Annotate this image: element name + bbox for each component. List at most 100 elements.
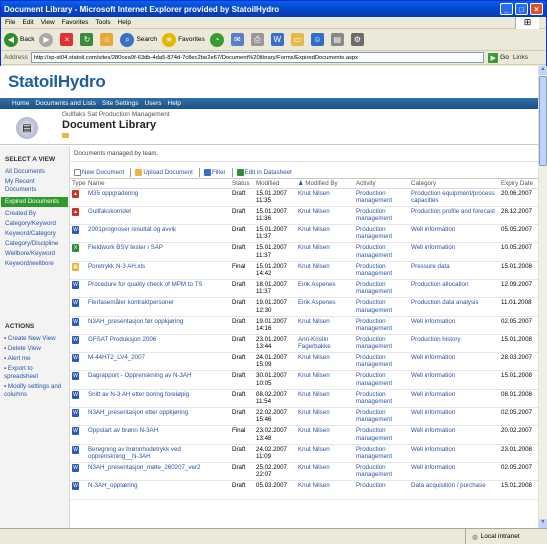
table-row[interactable]: ▦ Poretrykk N-3 AH.xls Final 15.01.2007 14:…: [70, 261, 538, 280]
menu-tools[interactable]: Tools: [95, 19, 110, 26]
cell-name[interactable]: Oppstart av brønn N-3AH: [86, 426, 230, 444]
menu-view[interactable]: View: [41, 19, 55, 26]
cell-type[interactable]: ▲: [70, 206, 86, 224]
cell-name[interactable]: Fieldwork BSV tester i SAP: [86, 243, 230, 261]
action-modify-settings[interactable]: ▪ Modify settings and columns: [0, 382, 69, 400]
cell-modified-by[interactable]: Knut Nilsen: [296, 444, 354, 462]
cell-modified-by[interactable]: Knut Nilsen: [296, 426, 354, 444]
new-document-button[interactable]: New Document: [74, 168, 124, 176]
mail-button[interactable]: ✉: [230, 33, 246, 46]
cell-type[interactable]: W: [70, 389, 86, 407]
back-button[interactable]: ◀ Back: [4, 32, 34, 47]
edit-button[interactable]: W: [270, 33, 286, 46]
cell-type[interactable]: W: [70, 298, 86, 316]
cell-modified-by[interactable]: Knut Nilsen: [296, 188, 354, 206]
cell-modified-by[interactable]: Knut Nilsen: [296, 206, 354, 224]
folder-button[interactable]: ▭: [290, 33, 306, 46]
cell-modified-by[interactable]: Knut Nilsen: [296, 243, 354, 261]
action-alert-me[interactable]: ▪ Alert me: [0, 354, 69, 364]
cell-modified-by[interactable]: Knut Nilsen: [296, 316, 354, 334]
view-category-keyword[interactable]: Category/Keyword: [0, 219, 69, 229]
cell-name[interactable]: N3AH_presentasjon før oppkjøring: [86, 316, 230, 334]
cell-name[interactable]: Dagrapport - Opprenskning av N-3AH: [86, 371, 230, 389]
menu-file[interactable]: File: [5, 19, 15, 26]
nav-documents-and-lists[interactable]: Documents and Lists: [35, 100, 96, 107]
action-export-to-spreadsheet[interactable]: ▪ Export to spreadsheet: [0, 364, 69, 382]
cell-name[interactable]: N-3AH_opplæring: [86, 481, 230, 499]
menu-help[interactable]: Help: [118, 19, 131, 26]
table-row[interactable]: X Fieldwork BSV tester i SAP Draft 15.01.20…: [70, 243, 538, 262]
favorites-button[interactable]: ★ Favorites: [162, 32, 205, 47]
cell-type[interactable]: W: [70, 334, 86, 352]
cell-modified-by[interactable]: Eirik Aspenes: [296, 298, 354, 316]
menu-edit[interactable]: Edit: [22, 19, 33, 26]
table-row[interactable]: ▲ Gullfakskorridet Draft 15.01.2007 11:36 Kn…: [70, 206, 538, 225]
cell-name[interactable]: Poretrykk N-3 AH.xls: [86, 261, 230, 279]
cell-name[interactable]: Procedure for quality check of MPM to TS: [86, 279, 230, 297]
messenger-button[interactable]: ☺: [310, 33, 326, 46]
upload-document-button[interactable]: Upload Document: [135, 168, 193, 176]
nav-help[interactable]: Help: [168, 100, 181, 107]
col-expiry-date[interactable]: Expiry Date: [499, 179, 538, 189]
cell-modified-by[interactable]: Knut Nilsen: [296, 462, 354, 480]
cell-modified-by[interactable]: Ann-Kristin Fagerbakke: [296, 334, 354, 352]
view-keyword-wellbore[interactable]: Keyword/wellbore: [0, 259, 69, 269]
home-button[interactable]: ⌂: [100, 33, 115, 46]
cell-type[interactable]: ▲: [70, 188, 86, 206]
cell-name[interactable]: Flerfasemåler kontraktpersoner: [86, 298, 230, 316]
col-category[interactable]: Category: [409, 179, 499, 189]
scroll-up-arrow-icon[interactable]: ▲: [539, 66, 547, 75]
cell-modified-by[interactable]: Knut Nilsen: [296, 225, 354, 243]
site-subtitle[interactable]: Gullfaks Sat Production Management: [62, 111, 170, 118]
scroll-down-arrow-icon[interactable]: ▼: [539, 519, 547, 528]
table-row[interactable]: W Procedure for quality check of MPM to T…: [70, 279, 538, 298]
cell-modified-by[interactable]: Knut Nilsen: [296, 261, 354, 279]
cell-name[interactable]: Gullfakskorridet: [86, 206, 230, 224]
table-row[interactable]: W N3AH_presentasjon før oppkjøring Draft 19…: [70, 316, 538, 335]
cell-type[interactable]: W: [70, 316, 86, 334]
cell-name[interactable]: Snitt av N-3 AH etter boring foreløpig: [86, 389, 230, 407]
col-name[interactable]: Name: [86, 179, 230, 189]
search-button[interactable]: ⌕ Search: [120, 32, 157, 47]
view-expired-documents[interactable]: Expired Documents: [1, 197, 68, 207]
view-all-documents[interactable]: All Documents: [0, 167, 69, 177]
cell-type[interactable]: W: [70, 371, 86, 389]
cell-type[interactable]: W: [70, 481, 86, 499]
scrollbar-thumb[interactable]: [539, 76, 547, 166]
cell-name[interactable]: M-44HT2_LV4_2007: [86, 353, 230, 371]
col-activity[interactable]: Activity: [354, 179, 409, 189]
cell-type[interactable]: W: [70, 444, 86, 462]
cell-type[interactable]: W: [70, 426, 86, 444]
table-row[interactable]: W GFSAT Produksjon 2006 Draft 23.01.2007 13…: [70, 334, 538, 353]
view-created-by[interactable]: Created By: [0, 209, 69, 219]
cell-modified-by[interactable]: Knut Nilsen: [296, 371, 354, 389]
filter-button[interactable]: Filter: [203, 168, 226, 176]
vertical-scrollbar[interactable]: ▲ ▼: [538, 66, 547, 528]
cell-type[interactable]: W: [70, 225, 86, 243]
table-row[interactable]: W M-44HT2_LV4_2007 Draft 24.01.2007 15:09 Kn…: [70, 353, 538, 371]
table-row[interactable]: W 2001prognoser resultat og avvik Draft 15.…: [70, 225, 538, 243]
cell-type[interactable]: ▦: [70, 261, 86, 279]
table-row[interactable]: W Flerfasemåler kontraktpersoner Draft 19.0…: [70, 298, 538, 317]
table-row[interactable]: W Dagrapport - Opprenskning av N-3AH Draft…: [70, 371, 538, 390]
view-category-discipline[interactable]: Category/Discipline: [0, 239, 69, 249]
cell-modified-by[interactable]: Knut Nilsen: [296, 408, 354, 426]
table-row[interactable]: W Snitt av N-3 AH etter boring foreløpig D…: [70, 389, 538, 408]
address-input[interactable]: http://sp-st04.statoil.com/sites/280cea9…: [30, 52, 485, 63]
table-row[interactable]: W N3AH_presentasjon_møte_260207_ver2 Draft…: [70, 462, 538, 481]
cell-name[interactable]: Beregning av brønnhodetrykk ved opprensk…: [86, 444, 230, 462]
tools-button[interactable]: ⚙: [350, 33, 366, 46]
col-type[interactable]: Type: [70, 179, 86, 189]
cell-modified-by[interactable]: Knut Nilsen: [296, 353, 354, 371]
research-button[interactable]: ▤: [330, 33, 346, 46]
view-wellbore-keyword[interactable]: Wellbore/Keyword: [0, 249, 69, 259]
nav-site-settings[interactable]: Site Settings: [102, 100, 139, 107]
table-row[interactable]: ▲ M35 oppgradering Draft 15.01.2007 11:35 Kn…: [70, 188, 538, 207]
menu-favorites[interactable]: Favorites: [62, 19, 89, 26]
cell-type[interactable]: W: [70, 462, 86, 480]
cell-type[interactable]: W: [70, 408, 86, 426]
stop-button[interactable]: ×: [60, 33, 75, 46]
col-modified-by[interactable]: ♟ Modified By: [296, 179, 354, 189]
cell-type[interactable]: W: [70, 279, 86, 297]
edit-in-datasheet-button[interactable]: Edit in Datasheet: [236, 168, 292, 176]
